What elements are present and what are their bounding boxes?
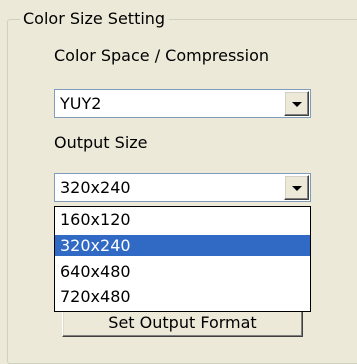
color-space-combo[interactable]: YUY2 xyxy=(54,89,311,118)
output-size-combo[interactable]: 320x240 xyxy=(54,173,311,202)
chevron-down-icon xyxy=(291,186,302,191)
group-title: Color Size Setting xyxy=(20,9,170,29)
output-size-dropdown-list: 160x120 320x240 640x480 720x480 xyxy=(54,206,311,312)
output-size-option[interactable]: 720x480 xyxy=(55,286,310,307)
output-size-dropdown-button[interactable] xyxy=(284,175,309,200)
output-size-value: 320x240 xyxy=(60,178,131,197)
output-size-option[interactable]: 160x120 xyxy=(55,209,310,230)
color-space-value: YUY2 xyxy=(60,94,102,113)
color-space-dropdown-button[interactable] xyxy=(284,91,309,116)
output-size-option-selected[interactable]: 320x240 xyxy=(55,235,310,256)
color-space-label: Color Space / Compression xyxy=(54,46,269,65)
output-size-option[interactable]: 640x480 xyxy=(55,261,310,282)
output-size-label: Output Size xyxy=(54,133,148,152)
chevron-down-icon xyxy=(291,102,302,107)
